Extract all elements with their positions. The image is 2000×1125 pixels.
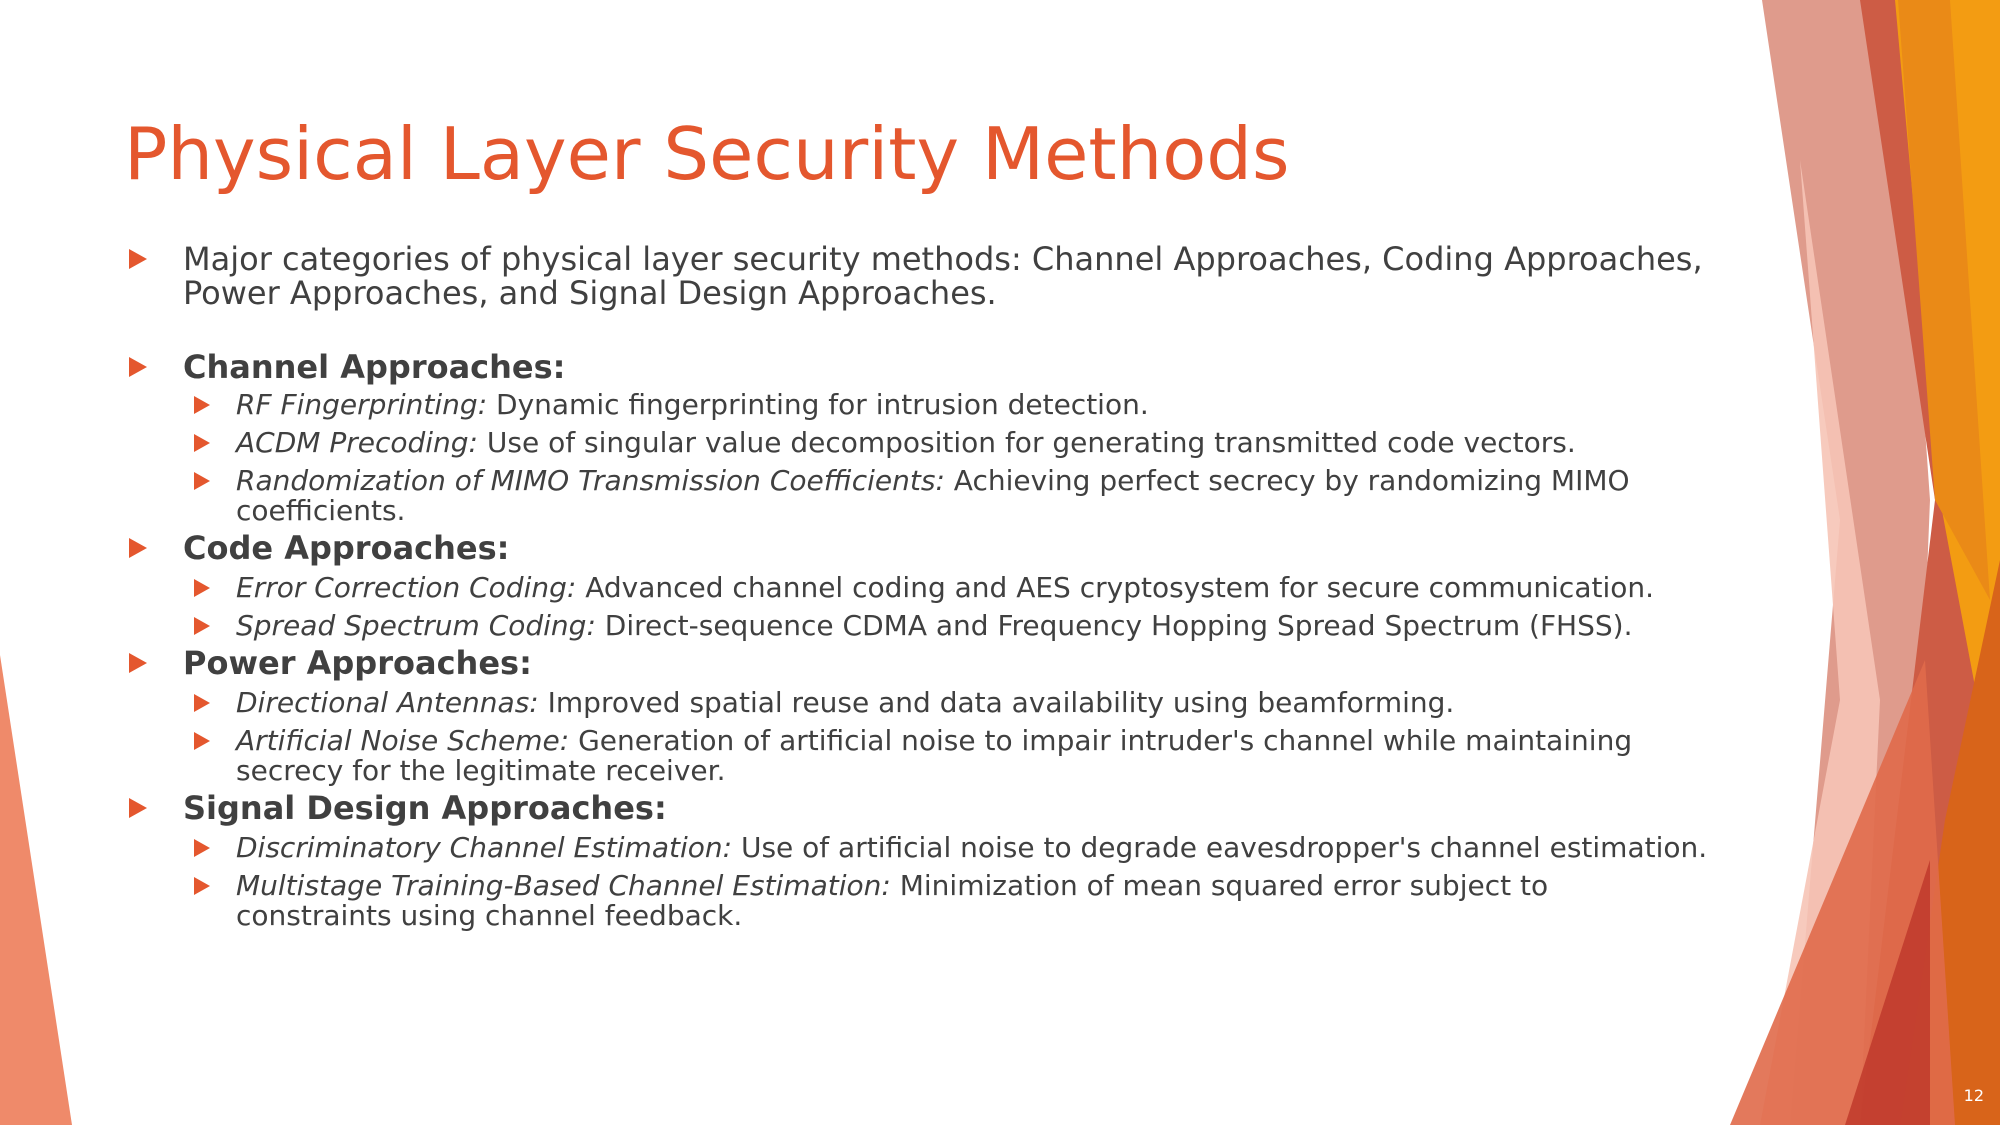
item-term: Error Correction Coding: — [236, 571, 577, 604]
bullet-arrow-icon — [129, 538, 147, 558]
right-accent-shape-salmon-back — [1762, 0, 1930, 1125]
bullet-arrow-icon — [194, 839, 210, 857]
item-term: RF Fingerprinting: — [236, 388, 488, 421]
right-accent-shape-coral — [1730, 660, 1955, 1125]
bullet-arrow-icon — [129, 357, 147, 377]
list-item: Error Correction Coding: Advanced channe… — [189, 573, 1734, 603]
list-item: Multistage Training-Based Channel Estima… — [189, 871, 1596, 931]
section-heading-text: Channel Approaches: — [183, 348, 566, 386]
list-item: Spread Spectrum Coding: Direct-sequence … — [189, 611, 1734, 641]
item-description: Use of artificial noise to degrade eaves… — [732, 831, 1708, 864]
code-approaches-heading: Code Approaches: — [124, 531, 1734, 565]
signal-design-approaches-heading: Signal Design Approaches: — [124, 791, 1734, 825]
right-accent-shape-red — [1860, 0, 2000, 1125]
item-description: Use of singular value decomposition for … — [477, 426, 1576, 459]
item-term: Directional Antennas: — [236, 686, 539, 719]
left-accent-shape — [0, 655, 72, 1125]
bullet-arrow-icon — [194, 877, 210, 895]
right-accent-shape-light — [1760, 160, 1880, 1125]
item-term: ACDM Precoding: — [236, 426, 478, 459]
item-term: Multistage Training-Based Channel Estima… — [236, 869, 891, 902]
item-term: Artificial Noise Scheme: — [236, 724, 570, 757]
item-term: Randomization of MIMO Transmission Coeff… — [236, 464, 945, 497]
section-heading-text: Code Approaches: — [183, 529, 510, 567]
intro-bullet: Major categories of physical layer secur… — [124, 242, 1734, 310]
item-description: Advanced channel coding and AES cryptosy… — [576, 571, 1655, 604]
section-heading-text: Power Approaches: — [183, 644, 532, 682]
list-item: Artificial Noise Scheme: Generation of a… — [189, 726, 1656, 786]
power-approaches-heading: Power Approaches: — [124, 646, 1734, 680]
slide-content: Major categories of physical layer secur… — [124, 242, 1734, 931]
bullet-arrow-icon — [194, 617, 210, 635]
bullet-arrow-icon — [194, 694, 210, 712]
bullet-arrow-icon — [194, 434, 210, 452]
list-item: Directional Antennas: Improved spatial r… — [189, 688, 1734, 718]
right-accent-shape-orange-mid — [1898, 0, 1990, 600]
right-accent-shape-deep-red — [1845, 860, 1930, 1125]
slide-title: Physical Layer Security Methods — [124, 112, 1290, 196]
right-accent-shape-orange-top — [1895, 0, 2000, 820]
list-item: Randomization of MIMO Transmission Coeff… — [189, 466, 1636, 526]
channel-approaches-heading: Channel Approaches: — [124, 350, 1734, 384]
item-description: Dynamic fingerprinting for intrusion det… — [487, 388, 1149, 421]
intro-text: Major categories of physical layer secur… — [183, 240, 1703, 312]
list-item: RF Fingerprinting: Dynamic fingerprintin… — [189, 390, 1734, 420]
bullet-arrow-icon — [194, 732, 210, 750]
item-description: Direct-sequence CDMA and Frequency Hoppi… — [595, 609, 1633, 642]
item-term: Spread Spectrum Coding: — [236, 609, 596, 642]
bullet-arrow-icon — [194, 396, 210, 414]
bullet-arrow-icon — [129, 798, 147, 818]
bullet-arrow-icon — [129, 653, 147, 673]
section-heading-text: Signal Design Approaches: — [183, 789, 667, 827]
list-item: ACDM Precoding: Use of singular value de… — [189, 428, 1734, 458]
right-accent-shape-dark-orange — [1900, 560, 2000, 1125]
bullet-arrow-icon — [194, 472, 210, 490]
item-term: Discriminatory Channel Estimation: — [236, 831, 733, 864]
item-description: Improved spatial reuse and data availabi… — [538, 686, 1455, 719]
bullet-arrow-icon — [129, 249, 147, 269]
bullet-arrow-icon — [194, 579, 210, 597]
list-item: Discriminatory Channel Estimation: Use o… — [189, 833, 1734, 863]
page-number: 12 — [1963, 1086, 1984, 1105]
